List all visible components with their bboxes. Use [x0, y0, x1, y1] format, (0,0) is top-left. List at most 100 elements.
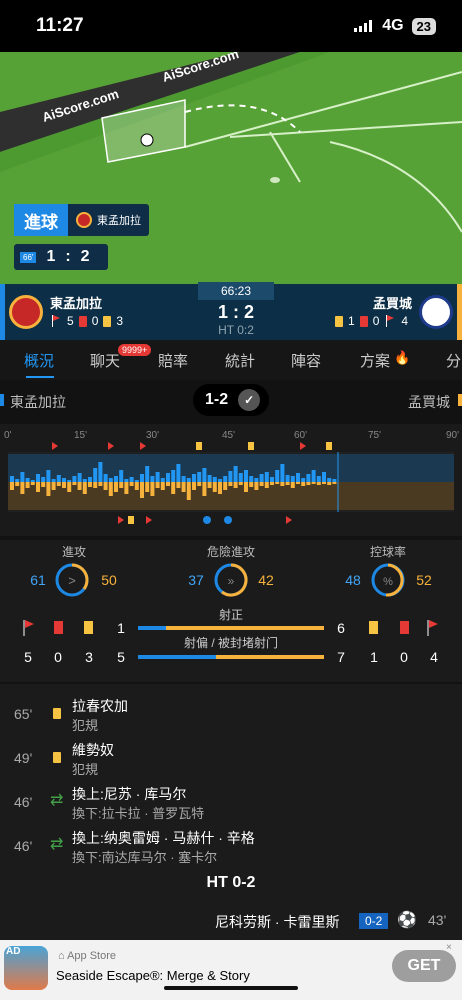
event-row[interactable]: 49' 維勢奴 犯規: [0, 740, 462, 777]
away-momentum-bar: [207, 482, 212, 488]
mini-minute: 66': [20, 251, 37, 263]
tab-plan[interactable]: 方案: [360, 350, 390, 371]
away-momentum-bar: [238, 482, 243, 485]
home-momentum-bar: [223, 476, 228, 482]
away-momentum-bar: [51, 482, 56, 490]
home-yellow-icon: [84, 621, 93, 634]
tab-odds[interactable]: 賠率: [158, 350, 188, 371]
corner-flag-icon: [118, 516, 124, 524]
tab-lineup[interactable]: 陣容: [291, 350, 321, 371]
home-momentum-bar: [124, 479, 129, 482]
sub-out: 換下:南达库马尔 · 塞卡尔: [72, 850, 218, 865]
home-momentum-bar: [166, 473, 170, 482]
home-momentum-bar: [186, 478, 191, 482]
away-momentum-bar: [88, 482, 92, 487]
home-momentum-bar: [150, 476, 155, 482]
substitution-icon: ⇄: [50, 792, 64, 809]
goal-ball-icon: [203, 516, 211, 524]
away-momentum-bar: [145, 482, 150, 492]
tab-more[interactable]: 分: [446, 350, 461, 371]
away-momentum-bar: [41, 482, 46, 487]
danger-label: 危險進攻: [207, 544, 255, 559]
tab-chat[interactable]: 聊天: [90, 350, 120, 371]
away-momentum-bar: [56, 482, 61, 486]
away-momentum-bar: [119, 482, 124, 488]
away-momentum-bar: [316, 482, 321, 485]
away-corners: 4: [401, 314, 409, 328]
event-list: 65' 拉春农加 犯規 49' 維勢奴 犯規 46' ⇄ 換上:尼苏 · 库马尔…: [0, 684, 462, 940]
away-corner-icon: [427, 620, 438, 636]
home-momentum-bar: [145, 466, 150, 482]
home-momentum-bar: [296, 473, 300, 482]
event-row[interactable]: 46' ⇄ 換上:尼苏 · 库马尔 換下:拉卡拉 · 普罗瓦特: [0, 784, 462, 821]
home-momentum-bar: [327, 478, 332, 482]
away-momentum-bar: [155, 482, 160, 488]
close-ad-icon[interactable]: ×: [446, 942, 452, 953]
team-row: 東孟加拉 1-2 ✓ 孟買城: [0, 380, 462, 424]
event-minute: 46': [14, 838, 33, 854]
away-crest-icon[interactable]: [419, 295, 453, 329]
tab-stats[interactable]: 統計: [225, 350, 255, 371]
home-team-name[interactable]: 東孟加拉: [50, 293, 102, 312]
away-momentum-bar: [77, 482, 82, 490]
get-button[interactable]: GET: [392, 950, 456, 982]
away-momentum-bar: [285, 482, 290, 485]
home-momentum-bar: [15, 479, 20, 482]
corner-flag-icon: [384, 315, 396, 327]
pitch-animation: AiScore.com AiScore.com 進球 東孟加拉 66' 1 : …: [0, 52, 462, 284]
away-momentum-bar: [249, 482, 254, 487]
yellow-card-icon: [103, 315, 112, 327]
possession-label: 控球率: [370, 544, 406, 559]
away-momentum-bar: [275, 482, 280, 484]
halftime-divider: HT 0-2: [206, 874, 256, 891]
away-team-name[interactable]: 孟買城: [373, 293, 412, 312]
match-clock: 66:23: [198, 282, 274, 300]
home-momentum-bar: [192, 474, 196, 482]
network-label: 4G: [382, 17, 404, 34]
match-score: 1 : 2: [217, 302, 255, 322]
home-momentum-bar: [301, 478, 306, 482]
possession-away: 52: [416, 572, 432, 588]
home-momentum-bar: [25, 478, 30, 482]
corner-flag-icon: [50, 315, 62, 327]
tab-overview[interactable]: 概況: [24, 350, 54, 371]
status-bar: 11:27 4G 23: [0, 0, 462, 52]
yellow-card-icon: [335, 315, 343, 327]
event-row[interactable]: 65' 拉春农加 犯規: [0, 696, 462, 733]
away-momentum-bar: [223, 482, 228, 490]
event-row[interactable]: 46' ⇄ 換上:纳奥雷姆 · 马赫什 · 辛格 換下:南达库马尔 · 塞卡尔: [0, 828, 462, 865]
home-momentum-bar: [259, 474, 264, 482]
away-momentum-bar: [290, 482, 295, 488]
away-red: 0: [372, 314, 380, 328]
home-card-stats: 5 0 3: [50, 314, 123, 328]
goal-score-badge: 0-2: [359, 913, 389, 929]
red-card-icon: [78, 315, 87, 327]
away-momentum-bar: [30, 482, 35, 485]
home-momentum-bar: [207, 475, 212, 482]
goal-team: 東孟加拉: [97, 215, 141, 227]
ad-banner[interactable]: AD ⌂ App Store Seaside Escape®: Merge & …: [0, 940, 462, 1000]
active-tab-indicator: [26, 376, 54, 378]
away-color-marker: [458, 394, 462, 406]
away-momentum-bar: [140, 482, 144, 498]
away-momentum-bar: [228, 482, 233, 486]
home-momentum-bar: [202, 468, 207, 482]
home-momentum-bar: [238, 473, 243, 482]
event-detail: 犯規: [72, 762, 99, 777]
attack-away: 50: [101, 572, 117, 588]
away-momentum-bar: [171, 482, 176, 494]
away-momentum-bar: [25, 482, 30, 488]
goal-event-badge: 進球 東孟加拉: [14, 204, 149, 236]
yellow-card-icon: [196, 442, 202, 450]
away-momentum-bar: [327, 482, 332, 485]
corner-flag-icon: [146, 516, 152, 524]
home-crest-icon[interactable]: [9, 295, 43, 329]
pill-score: 1-2: [205, 391, 229, 408]
score-pill: 1-2 ✓: [193, 384, 269, 416]
away-momentum-bar: [176, 482, 181, 488]
goal-event-row[interactable]: 尼科劳斯 · 卡雷里斯 0-2 ⚽ 43': [0, 910, 462, 934]
double-chevron-icon: »: [228, 574, 235, 588]
corner-flag-icon: [108, 442, 114, 450]
home-red-icon: [54, 621, 63, 634]
home-momentum-bar: [322, 472, 326, 482]
